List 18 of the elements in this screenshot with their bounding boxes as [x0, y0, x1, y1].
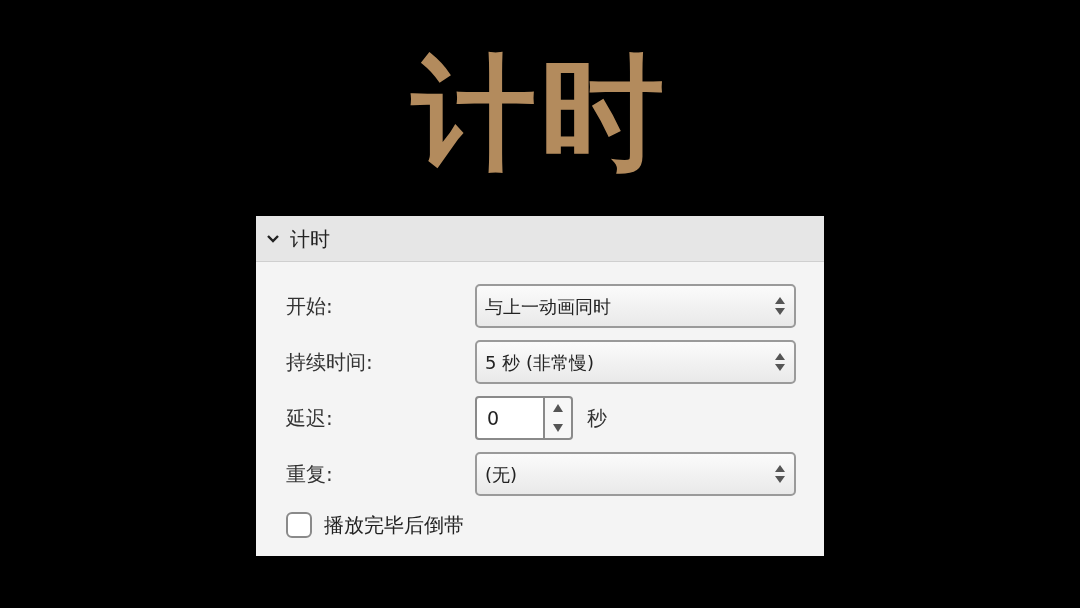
- panel-header[interactable]: 计时: [256, 216, 824, 262]
- dropdown[interactable]: (无): [475, 452, 796, 496]
- field-label: 重复:: [286, 461, 334, 488]
- field-label: 持续时间:: [286, 349, 374, 376]
- slide-title: 计时: [412, 39, 668, 187]
- number-field[interactable]: 0: [475, 396, 545, 440]
- down-arrow-icon: [553, 424, 563, 432]
- up-arrow-icon: [553, 404, 563, 412]
- checkbox[interactable]: [286, 512, 312, 538]
- dropdown[interactable]: 与上一动画同时: [475, 284, 796, 328]
- field-label: 开始:: [286, 293, 334, 320]
- chevron-icon: [266, 233, 280, 244]
- panel-title: 计时: [290, 225, 330, 253]
- unit-label: 秒: [587, 405, 607, 432]
- checkbox-label: 播放完毕后倒带: [324, 512, 464, 539]
- stepper-buttons[interactable]: [545, 396, 573, 440]
- dropdown[interactable]: 5 秒 (非常慢): [475, 340, 796, 384]
- field-label: 延迟:: [286, 405, 334, 432]
